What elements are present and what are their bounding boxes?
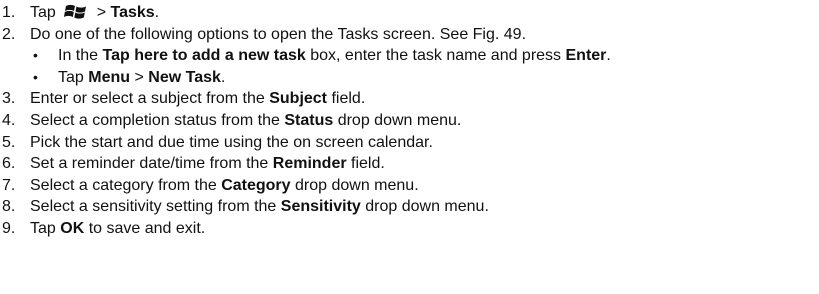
step-text-part: field. (346, 155, 385, 173)
step-number: 9. (2, 219, 16, 237)
step-text-part: drop down menu. (360, 198, 489, 216)
step-text-part: Tap (30, 219, 61, 237)
step-bold-term: OK (60, 219, 85, 237)
instruction-document: 1. Tap > Tasks. 2. Do one of the followi… (0, 0, 819, 294)
step-text: Do one of the following options to open … (30, 25, 527, 43)
step-5: 5. Pick the start and due time using the… (0, 132, 819, 154)
step-text: Tap > Tasks. (30, 2, 159, 24)
step-number: 4. (2, 111, 16, 129)
step-text: Select a completion status from the Stat… (30, 110, 461, 132)
step-8: 8. Select a sensitivity setting from the… (0, 196, 819, 218)
step-text-part: Select a completion status from the (30, 111, 285, 129)
substep-1: • In the Tap here to add a new task box,… (0, 45, 819, 67)
step-9: 9. Tap OK to save and exit. (0, 218, 819, 240)
step-text-part: to save and exit. (84, 219, 206, 237)
step-text-part: > (92, 4, 111, 21)
step-bold-term: Subject (269, 90, 328, 108)
step-number: 6. (2, 155, 16, 173)
step-bold-term: Sensitivity (280, 198, 361, 216)
substep-2: • Tap Menu > New Task. (0, 67, 819, 89)
step-number: 2. (2, 25, 16, 43)
step-text: Enter or select a subject from the Subje… (30, 88, 365, 110)
step-bold-term: Status (284, 111, 334, 129)
step-number: 3. (2, 90, 16, 108)
substep-bold-term: Tap here to add a new task (102, 47, 306, 65)
step-number: 5. (2, 133, 16, 151)
step-text: Select a sensitivity setting from the Se… (30, 196, 489, 218)
step-text-part: Enter or select a subject from the (30, 90, 270, 108)
step-3: 3. Enter or select a subject from the Su… (0, 88, 819, 110)
bullet-icon: • (33, 47, 38, 64)
substep-text-part: box, enter the task name and press (305, 47, 566, 65)
step-2: 2. Do one of the following options to op… (0, 24, 819, 46)
step-text: Pick the start and due time using the on… (30, 133, 433, 151)
windows-start-icon (64, 2, 88, 20)
step-6: 6. Set a reminder date/time from the Rem… (0, 153, 819, 175)
step-text-part: drop down menu. (290, 176, 419, 194)
step-text-part: Set a reminder date/time from the (30, 155, 273, 173)
step-text: Set a reminder date/time from the Remind… (30, 153, 385, 175)
step-bold-term: Tasks (110, 4, 155, 21)
step-bold-term: Category (221, 176, 291, 194)
step-text-part: Tap (30, 4, 61, 21)
step-number: 1. (2, 4, 16, 21)
step-bold-term: Reminder (272, 155, 347, 173)
substep-bold-term: Enter (565, 47, 607, 65)
step-text-part: Select a sensitivity setting from the (30, 198, 281, 216)
step-number: 7. (2, 176, 16, 194)
bullet-icon: • (33, 68, 38, 85)
substep-text-part: . (606, 47, 611, 65)
step-text: Tap OK to save and exit. (30, 218, 205, 240)
substep-text-part: In the (58, 47, 103, 65)
step-1: 1. Tap > Tasks. (0, 2, 819, 24)
substep-bold-term: New Task (148, 68, 221, 86)
substep-text-part: . (220, 68, 226, 86)
substep-text-part: Tap (58, 68, 89, 86)
step-text: Select a category from the Category drop… (30, 175, 419, 197)
step-text-part: . (154, 4, 160, 21)
substep-text: Tap Menu > New Task. (58, 67, 225, 89)
step-text-part: Select a category from the (30, 176, 222, 194)
substep-text: In the Tap here to add a new task box, e… (58, 45, 611, 67)
step-4: 4. Select a completion status from the S… (0, 110, 819, 132)
substep-bold-term: Menu (88, 68, 131, 86)
step-text-part: drop down menu. (333, 111, 462, 129)
step-number: 8. (2, 198, 16, 216)
substep-text-part: > (130, 68, 149, 86)
step-text-part: field. (327, 90, 366, 108)
step-7: 7. Select a category from the Category d… (0, 175, 819, 197)
